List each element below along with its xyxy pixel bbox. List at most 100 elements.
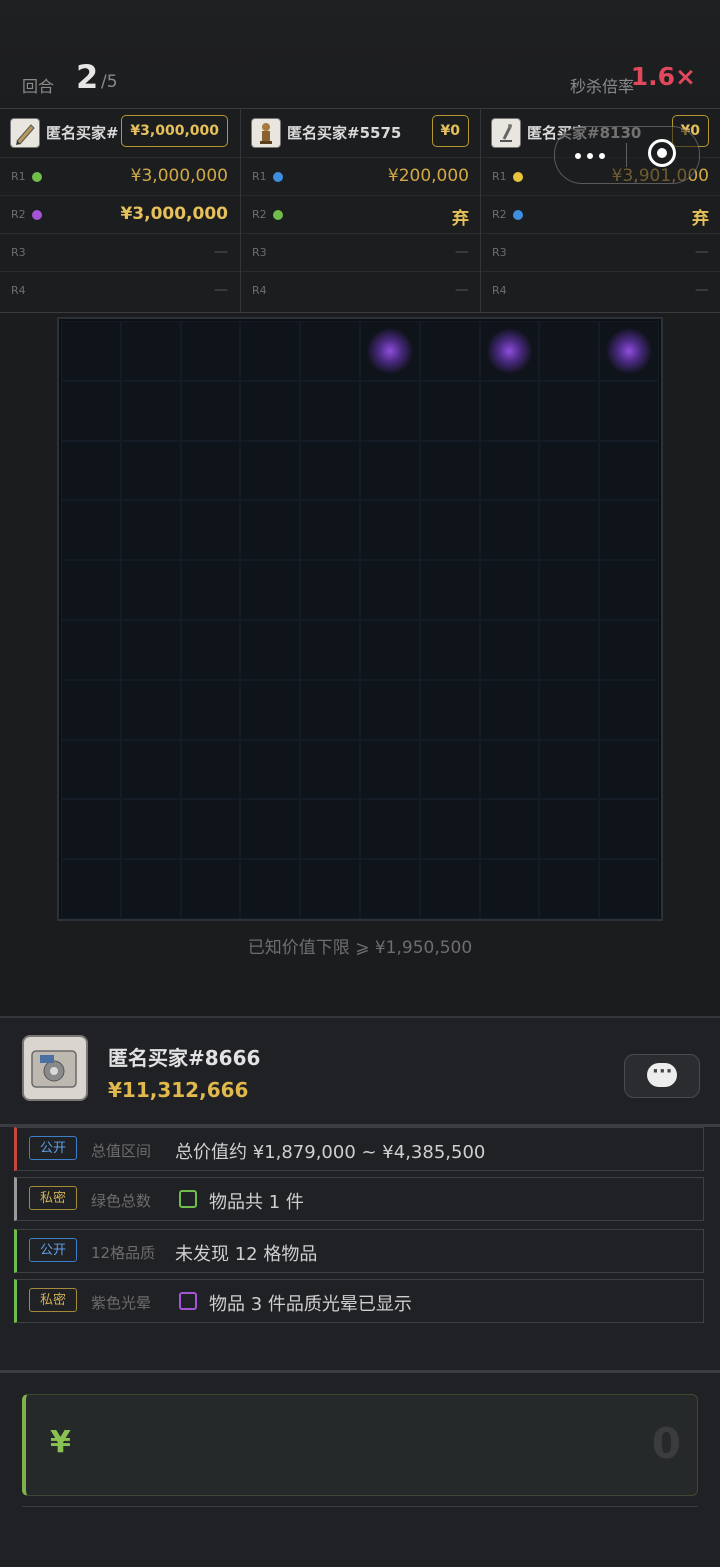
- board-cell[interactable]: [61, 739, 121, 800]
- board-cell[interactable]: [180, 500, 241, 561]
- board-cell[interactable]: [599, 679, 659, 740]
- board-cell[interactable]: [61, 380, 121, 441]
- board-cell[interactable]: [61, 799, 121, 860]
- board-cell[interactable]: [479, 560, 540, 620]
- board-cell[interactable]: [479, 500, 540, 561]
- board-cell[interactable]: [240, 739, 301, 800]
- board-cell[interactable]: [359, 619, 420, 680]
- board-cell[interactable]: [120, 380, 181, 441]
- board-cell[interactable]: [419, 679, 480, 740]
- board-cell[interactable]: [419, 500, 480, 561]
- board-cell[interactable]: [599, 739, 659, 800]
- board-cell[interactable]: [479, 859, 540, 919]
- board-cell[interactable]: [61, 440, 121, 501]
- board-cell[interactable]: [180, 859, 241, 919]
- board-cell[interactable]: [599, 380, 659, 441]
- board-cell[interactable]: [539, 380, 600, 441]
- board-cell[interactable]: [180, 739, 241, 800]
- board-cell[interactable]: [359, 560, 420, 620]
- board-cell[interactable]: [240, 560, 301, 620]
- board-cell[interactable]: [599, 440, 659, 501]
- board-cell[interactable]: [180, 679, 241, 740]
- board-cell[interactable]: [479, 739, 540, 800]
- board-cell[interactable]: [120, 321, 181, 381]
- board-cell[interactable]: [539, 739, 600, 800]
- board-cell[interactable]: [359, 799, 420, 860]
- board-cell[interactable]: [61, 321, 121, 381]
- board-cell[interactable]: [539, 500, 600, 561]
- board-cell[interactable]: [539, 679, 600, 740]
- board-cell[interactable]: [300, 380, 360, 441]
- board-cell[interactable]: [419, 799, 480, 860]
- board-cell[interactable]: [61, 619, 121, 680]
- board-cell[interactable]: [180, 619, 241, 680]
- board-cell[interactable]: [180, 380, 241, 441]
- board-cell[interactable]: [240, 859, 301, 919]
- board-cell[interactable]: [599, 859, 659, 919]
- board-cell[interactable]: [120, 500, 181, 561]
- board-cell[interactable]: [61, 679, 121, 740]
- board-cell[interactable]: [120, 560, 181, 620]
- board-cell[interactable]: [120, 859, 181, 919]
- more-icon[interactable]: [573, 138, 609, 170]
- board-cell[interactable]: [419, 739, 480, 800]
- board-cell[interactable]: [180, 440, 241, 501]
- board-cell[interactable]: [61, 500, 121, 561]
- board-cell[interactable]: [599, 560, 659, 620]
- board-cell[interactable]: [419, 380, 480, 441]
- board-cell[interactable]: [240, 619, 301, 680]
- board-cell[interactable]: [599, 799, 659, 860]
- board-cell[interactable]: [419, 560, 480, 620]
- board-cell[interactable]: [300, 619, 360, 680]
- board-cell[interactable]: [359, 500, 420, 561]
- board-cell[interactable]: [419, 859, 480, 919]
- board-cell[interactable]: [419, 321, 480, 381]
- board-cell[interactable]: [359, 859, 420, 919]
- board-cell[interactable]: [479, 799, 540, 860]
- board-cell[interactable]: [599, 619, 659, 680]
- board-cell[interactable]: [180, 799, 241, 860]
- board-cell[interactable]: [539, 799, 600, 860]
- board-cell[interactable]: [300, 679, 360, 740]
- board-cell[interactable]: [180, 560, 241, 620]
- board-cell[interactable]: [539, 619, 600, 680]
- board-cell[interactable]: [61, 859, 121, 919]
- board-cell[interactable]: [539, 321, 600, 381]
- close-miniprogram-icon[interactable]: [648, 139, 676, 167]
- board-cell[interactable]: [599, 321, 659, 381]
- board-cell[interactable]: [120, 619, 181, 680]
- board-cell[interactable]: [300, 799, 360, 860]
- board-cell[interactable]: [479, 440, 540, 501]
- board-cell[interactable]: [120, 679, 181, 740]
- board-cell[interactable]: [419, 619, 480, 680]
- board-cell[interactable]: [300, 440, 360, 501]
- bid-input[interactable]: ¥ 0: [22, 1394, 698, 1496]
- board-cell[interactable]: [300, 739, 360, 800]
- board-cell[interactable]: [359, 440, 420, 501]
- board-cell[interactable]: [539, 859, 600, 919]
- board-cell[interactable]: [359, 739, 420, 800]
- board-cell[interactable]: [240, 380, 301, 441]
- bid-amount[interactable]: 0: [652, 1419, 681, 1468]
- board-cell[interactable]: [300, 500, 360, 561]
- board-cell[interactable]: [300, 321, 360, 381]
- chat-button[interactable]: [624, 1054, 700, 1098]
- board-cell[interactable]: [180, 321, 241, 381]
- board-cell[interactable]: [539, 560, 600, 620]
- board-cell[interactable]: [240, 679, 301, 740]
- board-cell[interactable]: [479, 321, 540, 381]
- board-cell[interactable]: [359, 679, 420, 740]
- board-cell[interactable]: [479, 619, 540, 680]
- board-cell[interactable]: [240, 321, 301, 381]
- board-cell[interactable]: [419, 440, 480, 501]
- board-cell[interactable]: [359, 321, 420, 381]
- board-cell[interactable]: [120, 440, 181, 501]
- board-cell[interactable]: [300, 859, 360, 919]
- board-cell[interactable]: [300, 560, 360, 620]
- board-cell[interactable]: [240, 799, 301, 860]
- board-cell[interactable]: [240, 440, 301, 501]
- board-cell[interactable]: [120, 799, 181, 860]
- board-cell[interactable]: [479, 679, 540, 740]
- board-cell[interactable]: [359, 380, 420, 441]
- board-cell[interactable]: [120, 739, 181, 800]
